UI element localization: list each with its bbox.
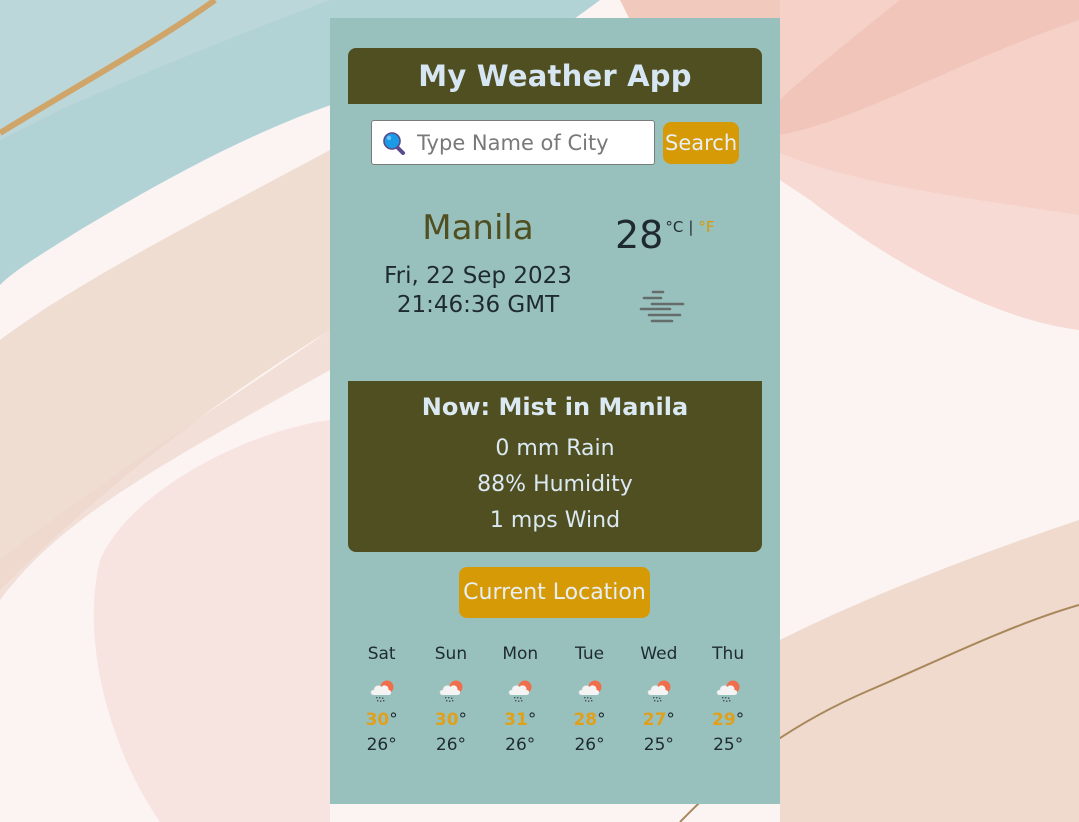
forecast-high: 31° (486, 710, 555, 730)
forecast-day-name: Sun (434, 644, 468, 664)
degree-symbol: ° (389, 710, 398, 730)
degree-symbol: ° (597, 710, 606, 730)
forecast-low: 26° (366, 735, 397, 755)
forecast-day-name: Sat (367, 644, 396, 664)
wind-speed: 1 mps Wind (489, 508, 621, 533)
current-location-button[interactable]: Current Location (459, 567, 650, 618)
forecast-day: Mon 31° 26° (486, 644, 555, 755)
rain-amount: 0 mm Rain (495, 436, 615, 461)
degree-symbol: ° (527, 710, 537, 730)
forecast-day-name: Mon (502, 644, 539, 664)
fahrenheit-toggle[interactable]: °F (698, 218, 714, 236)
forecast-high: 30° (416, 710, 485, 730)
humidity: 88% Humidity (477, 472, 633, 497)
forecast-high-value: 29 (712, 710, 736, 730)
rain-sun-cloud-icon (714, 678, 742, 704)
forecast-low: 25° (713, 735, 744, 755)
current-time: 21:46:36 GMT (396, 292, 560, 318)
app-title: My Weather App (418, 59, 692, 93)
forecast-high-value: 30 (434, 710, 459, 730)
temperature-value: 28 (615, 213, 664, 257)
rain-sun-cloud-icon (368, 678, 396, 704)
forecast-day: Wed 27° 25° (624, 644, 693, 755)
celsius-toggle[interactable]: °C (665, 218, 683, 236)
forecast-high-value: 28 (573, 710, 598, 730)
forecast-high: 28° (555, 710, 624, 730)
degree-symbol: ° (458, 710, 468, 730)
forecast-high: 29° (693, 710, 762, 730)
current-temperature: 28 °C | °F (615, 215, 715, 255)
forecast-low: 25° (643, 735, 674, 755)
forecast-low: 26° (574, 735, 605, 755)
current-conditions-box: Now: Mist in Manila 0 mm Rain 88% Humidi… (348, 381, 762, 552)
mist-icon (639, 290, 685, 323)
search-button[interactable]: Search (663, 121, 739, 164)
rain-sun-cloud-icon (645, 678, 673, 704)
degree-symbol: ° (666, 710, 675, 730)
forecast-high: 30° (347, 710, 416, 730)
degree-symbol: ° (735, 710, 745, 730)
rain-sun-cloud-icon (437, 678, 465, 704)
forecast-day: Tue 28° 26° (555, 644, 624, 755)
forecast-day: Thu 29° 25° (693, 644, 762, 755)
forecast-day: Sat 30° 26° (347, 644, 416, 755)
search-form: Search (371, 120, 739, 165)
city-name: Manila (422, 208, 534, 248)
forecast-day: Sun 30° 26° (416, 644, 485, 755)
weather-app-panel: My Weather App Search Manila Fri, 22 Sep… (330, 18, 780, 804)
forecast-high: 27° (624, 710, 693, 730)
rain-sun-cloud-icon (506, 678, 534, 704)
forecast-high-value: 30 (365, 710, 390, 730)
search-field[interactable] (371, 120, 655, 165)
current-date: Fri, 22 Sep 2023 (384, 263, 572, 289)
conditions-title: Now: Mist in Manila (421, 393, 689, 421)
forecast-day-name: Tue (575, 644, 605, 664)
forecast-day-name: Thu (712, 644, 745, 664)
forecast-row: Sat 30° 26° Sun 30° 26° Mon 31° 26° Tue … (347, 644, 763, 755)
forecast-low: 26° (505, 735, 536, 755)
forecast-day-name: Wed (640, 644, 678, 664)
forecast-high-value: 31 (504, 710, 528, 730)
app-header: My Weather App (348, 48, 762, 104)
city-search-input[interactable] (372, 121, 654, 164)
forecast-low: 26° (435, 735, 467, 755)
unit-separator: | (688, 218, 694, 236)
forecast-high-value: 27 (642, 710, 667, 730)
search-icon (383, 132, 405, 155)
rain-sun-cloud-icon (576, 678, 604, 704)
